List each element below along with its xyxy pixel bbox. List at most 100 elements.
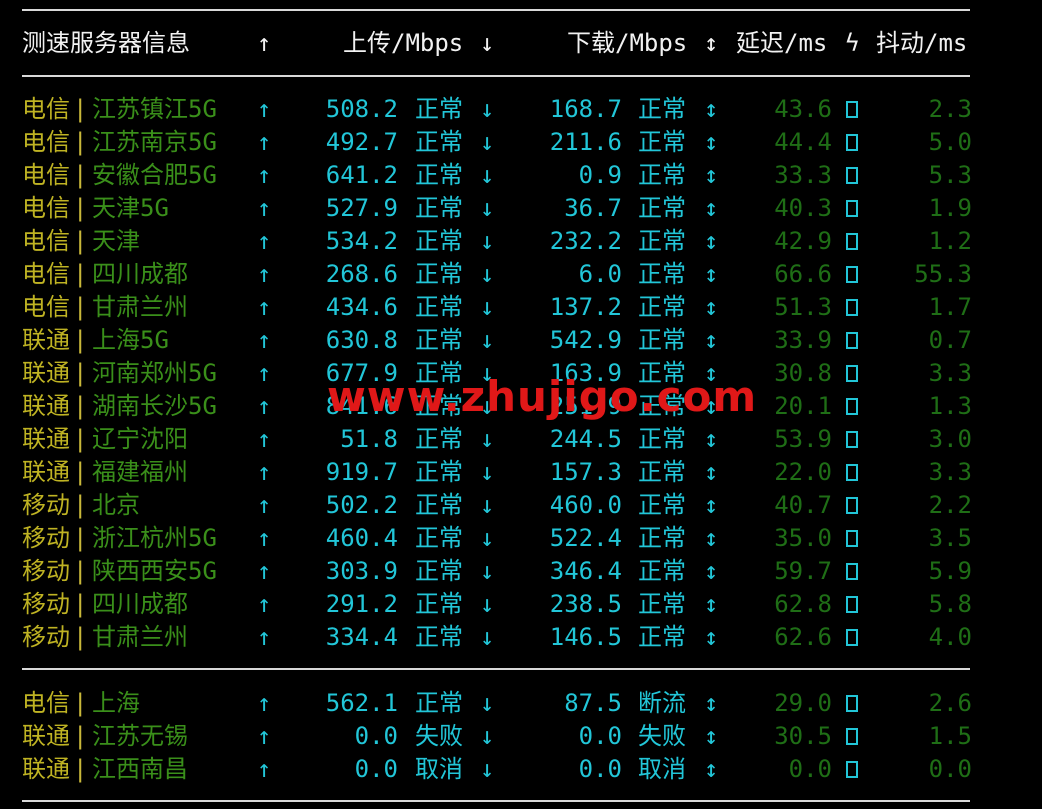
- isp-label: 移动: [22, 524, 70, 552]
- download-status: 正常: [638, 458, 686, 486]
- up-arrow-icon: ↑: [257, 722, 272, 750]
- updown-arrow-icon: ↕: [704, 491, 719, 519]
- table-row: 移动 | 陕西西安5G ↑ 303.9 正常 ↓ 346.4 正常 ↕ 59.7 5.9: [0, 555, 1042, 588]
- upload-status: 正常: [415, 194, 463, 222]
- latency-value: 20.1: [774, 392, 832, 420]
- up-arrow-icon: ↑: [257, 293, 272, 321]
- down-arrow-icon: ↓: [480, 161, 495, 189]
- upload-status: 正常: [415, 326, 463, 354]
- divider-bar: |: [73, 293, 88, 321]
- updown-arrow-icon: ↕: [704, 590, 719, 618]
- download-speed: 146.5: [549, 623, 622, 651]
- updown-arrow-icon: ↕: [704, 689, 719, 717]
- upload-speed: 502.2: [325, 491, 398, 519]
- isp-label: 电信: [22, 227, 70, 255]
- jitter-value: 2.2: [928, 491, 972, 519]
- updown-arrow-icon: ↕: [704, 557, 719, 585]
- upload-speed: 460.4: [325, 524, 398, 552]
- updown-arrow-icon: ↕: [704, 524, 719, 552]
- isp-label: 移动: [22, 557, 70, 585]
- download-status: 正常: [638, 623, 686, 651]
- download-speed: 542.9: [549, 326, 622, 354]
- placeholder-glyph-icon: [846, 464, 858, 481]
- up-arrow-icon: ↑: [257, 359, 272, 387]
- placeholder-glyph-icon: [846, 761, 858, 778]
- down-arrow-icon: ↓: [480, 293, 495, 321]
- divider-bar: |: [73, 524, 88, 552]
- jitter-value: 5.0: [928, 128, 972, 156]
- updown-arrow-icon: ↕: [704, 425, 719, 453]
- down-arrow-icon: ↓: [480, 227, 495, 255]
- up-arrow-icon: ↑: [257, 689, 272, 717]
- table-row: 电信 | 四川成都 ↑ 268.6 正常 ↓ 6.0 正常 ↕ 66.6 55.3: [0, 258, 1042, 291]
- updown-arrow-icon: ↕: [704, 755, 719, 783]
- upload-status: 正常: [415, 590, 463, 618]
- down-arrow-icon: ↓: [480, 722, 495, 750]
- download-speed: 157.3: [549, 458, 622, 486]
- updown-arrow-icon: ↕: [704, 227, 719, 255]
- upload-speed: 562.1: [325, 689, 398, 717]
- download-status: 正常: [638, 260, 686, 288]
- placeholder-glyph-icon: [846, 266, 858, 283]
- upload-speed: 508.2: [325, 95, 398, 123]
- download-speed: 0.0: [578, 755, 622, 783]
- updown-arrow-icon: ↕: [704, 623, 719, 651]
- placeholder-glyph-icon: [846, 431, 858, 448]
- jitter-value: 0.7: [928, 326, 972, 354]
- latency-value: 33.9: [774, 326, 832, 354]
- isp-label: 电信: [22, 95, 70, 123]
- table-row: 移动 | 甘肃兰州 ↑ 334.4 正常 ↓ 146.5 正常 ↕ 62.6 4.0: [0, 621, 1042, 654]
- isp-label: 联通: [22, 458, 70, 486]
- divider-bar: |: [73, 392, 88, 420]
- upload-speed: 630.8: [325, 326, 398, 354]
- upload-status: 正常: [415, 227, 463, 255]
- isp-label: 联通: [22, 722, 70, 750]
- upload-speed: 919.7: [325, 458, 398, 486]
- placeholder-glyph-icon: [846, 695, 858, 712]
- jitter-value: 1.7: [928, 293, 972, 321]
- server-location: 福建福州: [92, 458, 188, 486]
- divider-bar: |: [73, 557, 88, 585]
- download-status: 正常: [638, 161, 686, 189]
- divider-bar: |: [73, 194, 88, 222]
- table-row: 联通 | 上海5G ↑ 630.8 正常 ↓ 542.9 正常 ↕ 33.9 0.7: [0, 324, 1042, 357]
- up-arrow-icon: ↑: [257, 458, 272, 486]
- latency-value: 51.3: [774, 293, 832, 321]
- updown-arrow-icon: ↕: [704, 95, 719, 123]
- isp-label: 电信: [22, 293, 70, 321]
- upload-speed: 268.6: [325, 260, 398, 288]
- jitter-value: 5.9: [928, 557, 972, 585]
- down-arrow-icon: ↓: [480, 491, 495, 519]
- jitter-value: 0.0: [928, 755, 972, 783]
- upload-status: 正常: [415, 689, 463, 717]
- upload-status: 正常: [415, 623, 463, 651]
- placeholder-glyph-icon: [846, 299, 858, 316]
- placeholder-glyph-icon: [846, 728, 858, 745]
- table-row: 电信 | 上海 ↑ 562.1 正常 ↓ 87.5 断流 ↕ 29.0 2.6: [0, 687, 1042, 720]
- bolt-icon: ϟ: [845, 29, 860, 57]
- table-header: 测速服务器信息 ↑ 上传/Mbps ↓ 下载/Mbps ↕ 延迟/ms ϟ 抖动…: [0, 27, 1042, 60]
- updown-arrow-icon: ↕: [704, 293, 719, 321]
- server-location: 上海5G: [92, 326, 169, 354]
- up-arrow-icon: ↑: [257, 557, 272, 585]
- server-location: 甘肃兰州: [92, 293, 188, 321]
- download-status: 正常: [638, 194, 686, 222]
- latency-value: 29.0: [774, 689, 832, 717]
- table-row: 电信 | 甘肃兰州 ↑ 434.6 正常 ↓ 137.2 正常 ↕ 51.3 1.7: [0, 291, 1042, 324]
- placeholder-glyph-icon: [846, 530, 858, 547]
- download-status: 正常: [638, 293, 686, 321]
- download-speed: 244.5: [549, 425, 622, 453]
- latency-value: 33.3: [774, 161, 832, 189]
- down-arrow-icon: ↓: [480, 128, 495, 156]
- header-latency: 延迟/ms: [736, 29, 828, 57]
- server-location: 北京: [92, 491, 140, 519]
- placeholder-glyph-icon: [846, 200, 858, 217]
- latency-value: 53.9: [774, 425, 832, 453]
- server-location: 河南郑州5G: [92, 359, 217, 387]
- isp-label: 电信: [22, 161, 70, 189]
- divider-bar: |: [73, 227, 88, 255]
- up-arrow-icon: ↑: [257, 95, 272, 123]
- header-download: 下载/Mbps: [567, 29, 688, 57]
- latency-value: 30.8: [774, 359, 832, 387]
- latency-value: 66.6: [774, 260, 832, 288]
